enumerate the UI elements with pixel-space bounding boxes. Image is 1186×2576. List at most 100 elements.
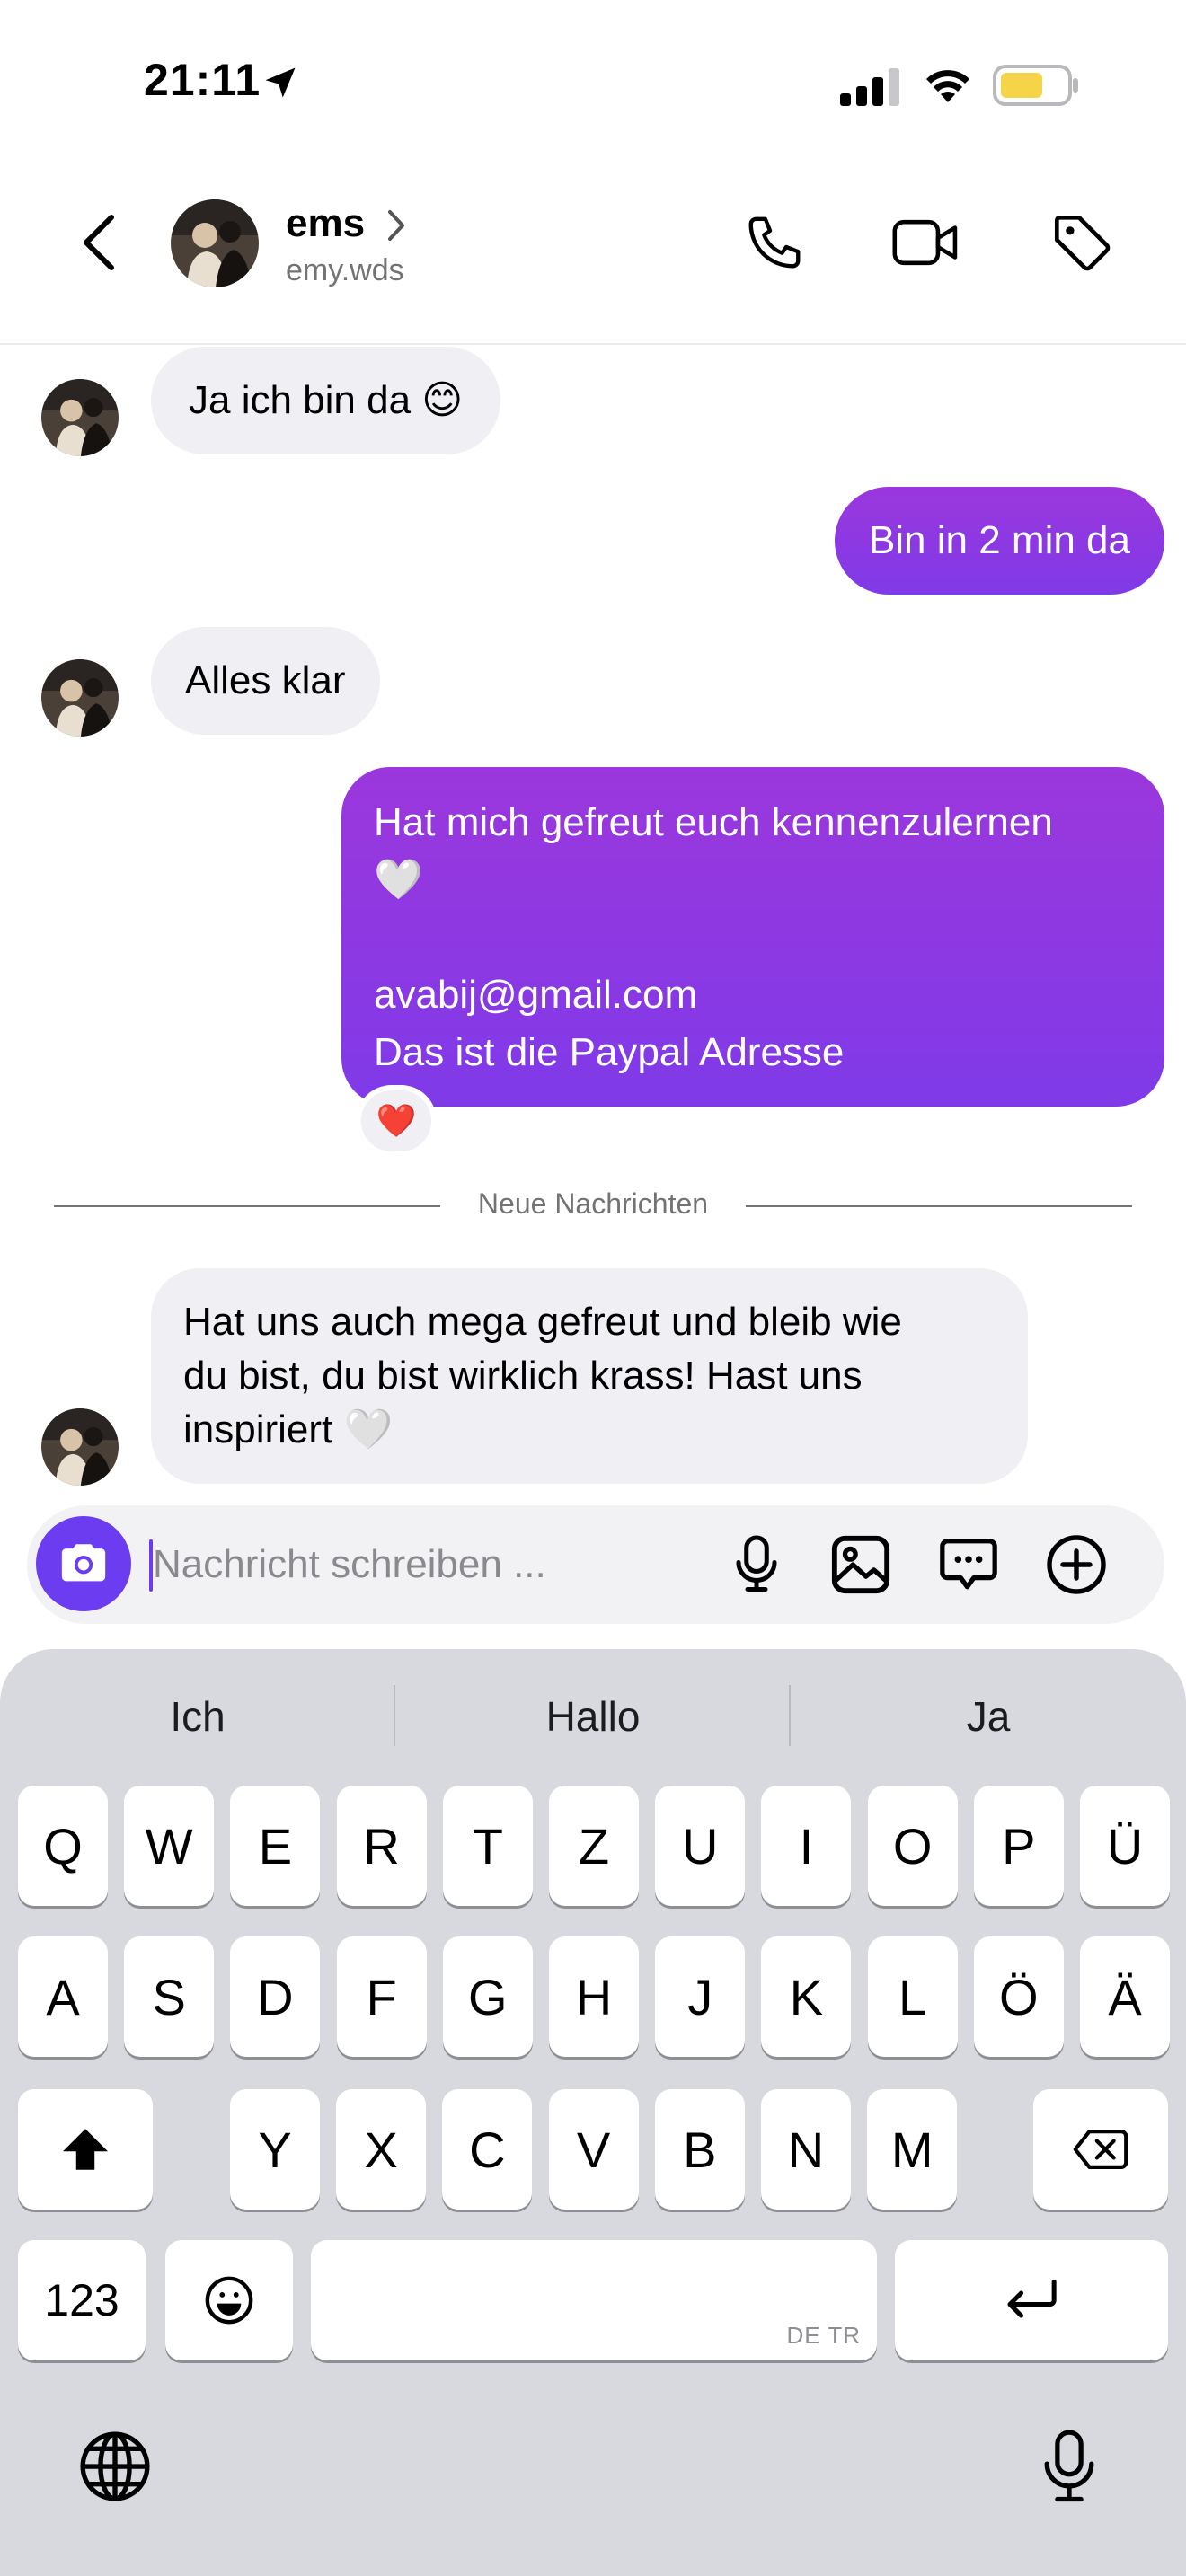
message-line: Das ist die Paypal Adresse — [374, 1030, 845, 1074]
camera-icon — [61, 1544, 106, 1582]
microphone-icon — [736, 1535, 777, 1592]
battery-icon — [993, 65, 1079, 110]
message-bubble[interactable]: Ja ich bin da 😊 — [151, 347, 501, 454]
chat-dots-icon — [940, 1539, 997, 1590]
back-button[interactable] — [72, 207, 126, 278]
numbers-key[interactable]: 123 — [18, 2240, 146, 2360]
key-e[interactable]: E — [230, 1786, 321, 1906]
new-messages-divider: Neue Nachrichten — [54, 1186, 1132, 1225]
more-button[interactable] — [1040, 1529, 1112, 1601]
shift-icon — [63, 2129, 108, 2170]
chat-header: ems emy.wds — [0, 171, 1186, 345]
camera-button[interactable] — [36, 1516, 131, 1611]
message-line: du bist, du bist wirklich krass! Hast un… — [183, 1354, 863, 1398]
gallery-button[interactable] — [825, 1529, 897, 1601]
phone-icon — [748, 216, 801, 269]
keyboard-language-tag: DE TR — [786, 2322, 861, 2349]
message-composer — [27, 1505, 1164, 1624]
key-t[interactable]: T — [442, 1786, 533, 1906]
call-button[interactable] — [739, 207, 810, 278]
key-c[interactable]: C — [442, 2089, 533, 2210]
key-x[interactable]: X — [336, 2089, 427, 2210]
backspace-icon — [1073, 2130, 1128, 2169]
sticker-button[interactable] — [933, 1529, 1005, 1601]
location-arrow-icon — [261, 63, 300, 107]
key-l[interactable]: L — [867, 1936, 958, 2057]
dictation-button[interactable] — [1024, 2422, 1114, 2511]
video-call-button[interactable] — [890, 207, 961, 278]
message-line — [374, 909, 1132, 966]
cellular-signal-icon — [840, 68, 901, 110]
key-ö[interactable]: Ö — [973, 1936, 1064, 2057]
plus-circle-icon — [1047, 1535, 1106, 1594]
message-bubble[interactable]: Alles klar — [151, 627, 380, 735]
message-line: inspiriert 🤍 — [183, 1407, 394, 1451]
sender-avatar[interactable] — [41, 379, 119, 456]
globe-button[interactable] — [70, 2422, 160, 2511]
wifi-icon — [921, 63, 975, 109]
emoji-icon — [205, 2276, 253, 2325]
sender-avatar[interactable] — [41, 659, 119, 737]
key-k[interactable]: K — [761, 1936, 852, 2057]
heart-reaction[interactable]: ❤️ — [356, 1085, 437, 1157]
key-d[interactable]: D — [230, 1936, 321, 2057]
suggestion-1[interactable]: Ich — [0, 1649, 395, 1784]
key-ü[interactable]: Ü — [1080, 1786, 1170, 1906]
message-line: Hat uns auch mega gefreut und bleib wie — [183, 1300, 902, 1344]
suggestion-3[interactable]: Ja — [791, 1649, 1186, 1784]
keyboard: Ich Hallo Ja 123 DE TR Q W E R T Z U I O… — [0, 1649, 1186, 2576]
chevron-right-icon[interactable] — [386, 208, 406, 247]
key-p[interactable]: P — [973, 1786, 1064, 1906]
key-v[interactable]: V — [548, 2089, 639, 2210]
suggestion-2[interactable]: Hallo — [395, 1649, 791, 1784]
key-a[interactable]: A — [18, 1936, 108, 2057]
divider-line — [746, 1205, 1132, 1207]
contact-username[interactable]: emy.wds — [286, 253, 404, 288]
key-b[interactable]: B — [654, 2089, 745, 2210]
return-icon — [1007, 2279, 1057, 2318]
tag-icon — [1054, 215, 1111, 271]
message-bubble[interactable]: Hat mich gefreut euch kennenzulernen 🤍 a… — [341, 767, 1164, 1107]
key-ä[interactable]: Ä — [1080, 1936, 1170, 2057]
space-key[interactable]: DE TR — [311, 2240, 877, 2360]
key-i[interactable]: I — [761, 1786, 852, 1906]
contact-name[interactable]: ems — [286, 201, 365, 246]
status-time: 21:11 — [144, 55, 261, 105]
status-bar: 21:11 — [0, 0, 1186, 171]
message-bubble[interactable]: Hat uns auch mega gefreut und bleib wie … — [151, 1268, 1028, 1484]
key-f[interactable]: F — [336, 1936, 427, 2057]
message-bubble[interactable]: Bin in 2 min da — [834, 487, 1164, 595]
key-g[interactable]: G — [442, 1936, 533, 2057]
video-camera-icon — [892, 219, 958, 266]
sender-avatar[interactable] — [41, 1408, 119, 1486]
back-icon — [84, 215, 114, 270]
key-s[interactable]: S — [124, 1936, 215, 2057]
image-icon — [831, 1535, 890, 1594]
key-o[interactable]: O — [867, 1786, 958, 1906]
microphone-icon — [1044, 2430, 1094, 2502]
message-line: avabij@gmail.com — [374, 973, 698, 1017]
key-w[interactable]: W — [124, 1786, 215, 1906]
key-u[interactable]: U — [655, 1786, 746, 1906]
key-j[interactable]: J — [655, 1936, 746, 2057]
tag-button[interactable] — [1046, 207, 1118, 278]
key-y[interactable]: Y — [230, 2089, 320, 2210]
key-z[interactable]: Z — [549, 1786, 639, 1906]
key-r[interactable]: R — [336, 1786, 427, 1906]
return-key[interactable] — [895, 2240, 1168, 2360]
message-input[interactable] — [153, 1531, 692, 1599]
emoji-key[interactable] — [165, 2240, 293, 2360]
key-m[interactable]: M — [867, 2089, 958, 2210]
contact-avatar[interactable] — [171, 199, 259, 287]
divider-label: Neue Nachrichten — [477, 1187, 709, 1220]
message-line: Hat mich gefreut euch kennenzulernen — [374, 800, 1053, 844]
message-line: 🤍 — [374, 858, 423, 902]
globe-icon — [80, 2431, 150, 2501]
key-h[interactable]: H — [549, 1936, 639, 2057]
shift-key[interactable] — [18, 2089, 153, 2210]
key-q[interactable]: Q — [18, 1786, 108, 1906]
delete-key[interactable] — [1033, 2089, 1168, 2210]
microphone-button[interactable] — [721, 1529, 792, 1601]
key-n[interactable]: N — [761, 2089, 851, 2210]
divider-line — [54, 1205, 440, 1207]
